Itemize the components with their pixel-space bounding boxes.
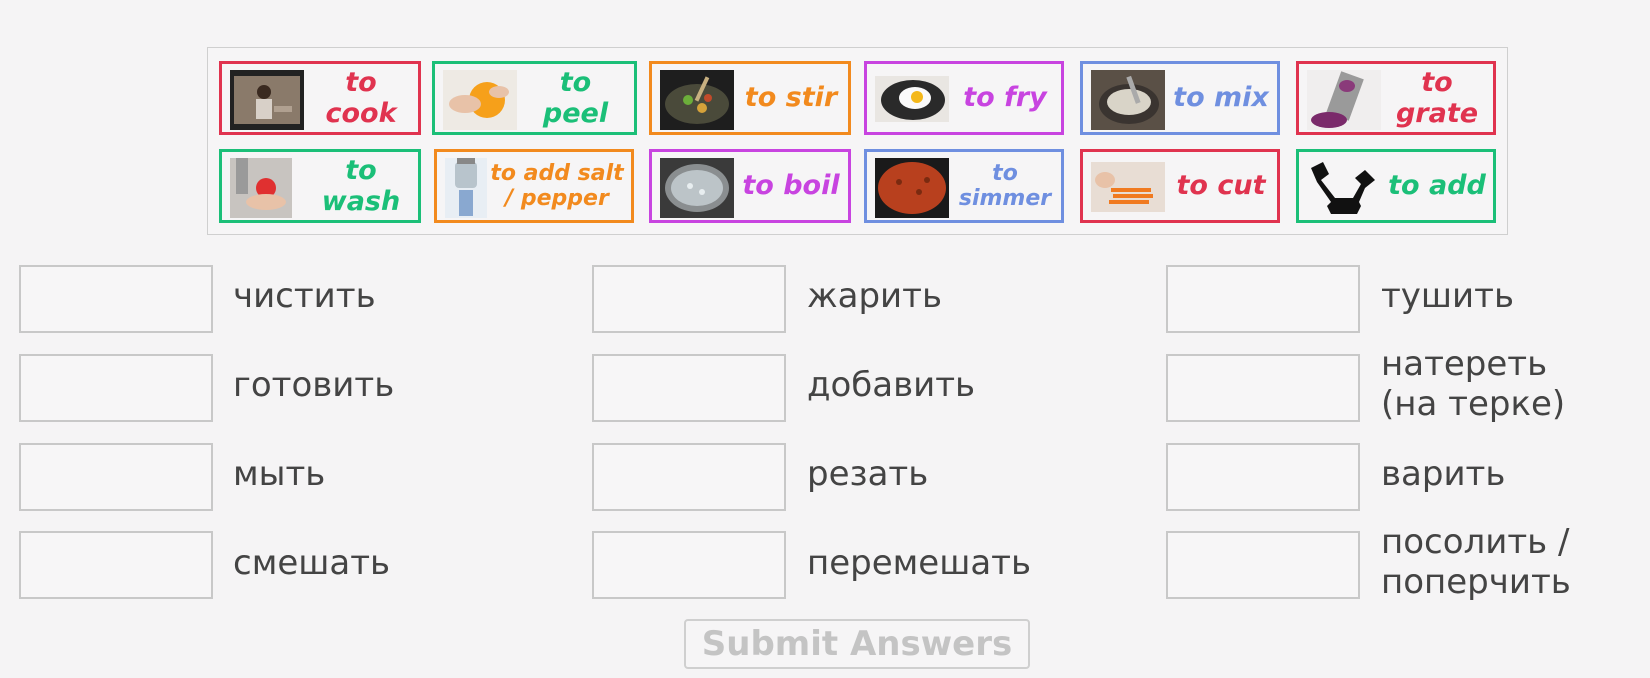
answer-drop-box[interactable] <box>592 443 786 511</box>
tile-label: to cut <box>1176 170 1266 202</box>
tile-to-cook[interactable]: to cook <box>219 61 421 135</box>
tile-to-cut[interactable]: to cut <box>1080 149 1280 223</box>
tile-to-add-salt-pepper[interactable]: to add salt / pepper <box>434 149 634 223</box>
answer-drop-box[interactable] <box>19 354 213 422</box>
answer-drop-box[interactable] <box>19 531 213 599</box>
answer-drop-box[interactable] <box>1166 265 1360 333</box>
tile-label: to add salt / pepper <box>490 160 624 211</box>
answer-drop-box[interactable] <box>1166 354 1360 422</box>
answer-drop-box[interactable] <box>592 354 786 422</box>
tile-label: to simmer <box>958 160 1052 211</box>
fried-egg-pan-photo <box>875 76 949 122</box>
cutting-carrots-photo <box>1091 162 1165 212</box>
washing-tomato-photo <box>230 158 292 218</box>
answer-drop-box[interactable] <box>19 265 213 333</box>
mixing-bowl-photo <box>1091 70 1165 130</box>
target-word: посолить / поперчить <box>1381 522 1571 602</box>
tile-label: to add <box>1388 170 1486 202</box>
tile-label: to fry <box>963 82 1047 114</box>
grater-cabbage-photo <box>1307 70 1381 130</box>
tile-to-wash[interactable]: to wash <box>219 149 421 223</box>
cooking-woman-photo <box>230 70 304 130</box>
boiling-pot-photo <box>660 158 734 218</box>
target-word: готовить <box>233 365 395 405</box>
stirring-wok-photo <box>660 70 734 130</box>
tile-to-simmer[interactable]: to simmer <box>864 149 1064 223</box>
peeling-orange-photo <box>443 70 517 130</box>
tile-label: to stir <box>744 82 838 114</box>
target-word: мыть <box>233 454 326 494</box>
tile-label: to mix <box>1173 82 1269 114</box>
target-word: варить <box>1381 454 1506 494</box>
tile-label: to wash <box>321 154 401 217</box>
tile-label: to boil <box>742 170 840 202</box>
answer-drop-box[interactable] <box>19 443 213 511</box>
target-word: тушить <box>1381 276 1514 316</box>
target-word: чистить <box>233 276 376 316</box>
tile-to-add[interactable]: to add <box>1296 149 1496 223</box>
target-word: натереть (на терке) <box>1381 344 1566 424</box>
tile-label: to peel <box>542 66 609 129</box>
target-word: добавить <box>807 365 976 405</box>
tile-to-grate[interactable]: to grate <box>1296 61 1496 135</box>
simmering-sauce-photo <box>875 158 949 218</box>
tile-to-mix[interactable]: to mix <box>1080 61 1280 135</box>
tile-label: to cook <box>325 66 397 129</box>
answer-drop-box[interactable] <box>1166 531 1360 599</box>
tile-to-boil[interactable]: to boil <box>649 149 851 223</box>
submit-answers-button[interactable]: Submit Answers <box>684 619 1030 669</box>
target-word: перемешать <box>807 543 1032 583</box>
target-word: резать <box>807 454 929 494</box>
answer-drop-box[interactable] <box>592 531 786 599</box>
tile-to-fry[interactable]: to fry <box>864 61 1064 135</box>
adding-pictogram-icon <box>1307 158 1381 218</box>
tile-label: to grate <box>1395 66 1479 129</box>
tile-to-peel[interactable]: to peel <box>432 61 637 135</box>
answer-drop-box[interactable] <box>1166 443 1360 511</box>
salt-shaker-photo <box>445 158 487 218</box>
target-word: смешать <box>233 543 391 583</box>
answer-drop-box[interactable] <box>592 265 786 333</box>
tile-to-stir[interactable]: to stir <box>649 61 851 135</box>
target-word: жарить <box>807 276 942 316</box>
